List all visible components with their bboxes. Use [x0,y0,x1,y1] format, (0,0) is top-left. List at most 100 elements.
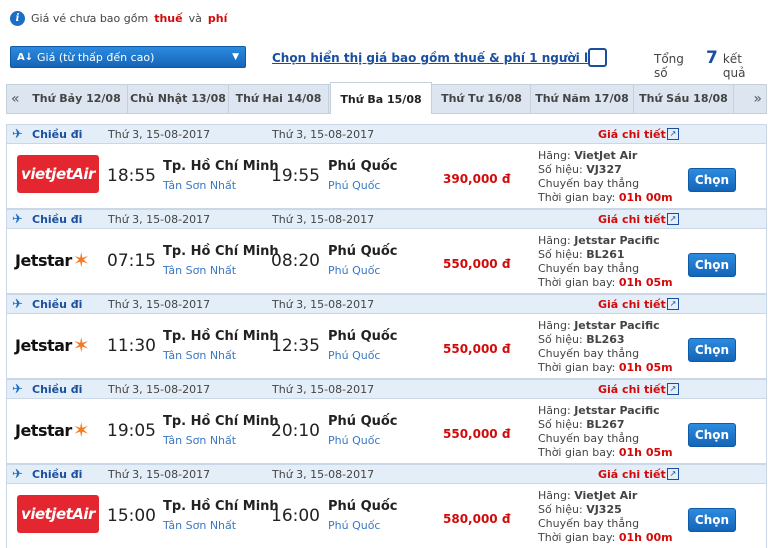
direction-label: Chiều đi [32,383,83,396]
airline-prefix: Hãng: [538,404,571,417]
arrival-time: 12:35 [271,336,320,356]
price-detail-link[interactable]: Giá chi tiết [598,383,666,396]
arrival-time: 16:00 [271,506,320,526]
flight-body: Jetstar ✶ 11:30 Tp. Hồ Chí Minh Tân Sơn N… [6,314,767,379]
airline-prefix: Hãng: [538,234,571,247]
external-link-icon[interactable]: ↗ [667,383,679,395]
arrival-airport: Phú Quốc [328,349,381,362]
airline-prefix: Hãng: [538,149,571,162]
departure-date: Thứ 3, 15-08-2017 [108,128,211,141]
direction-label: Chiều đi [32,213,83,226]
flight-duration: 01h 05m [618,276,673,289]
external-link-icon[interactable]: ↗ [667,213,679,225]
tab-date-1208[interactable]: Thứ Bảy 12/08 [26,85,128,113]
notice-fee: phí [207,11,228,25]
airline-prefix: Hãng: [538,489,571,502]
price-notice: i Giá vé chưa bao gồm thuế và phí [10,9,227,27]
flight-duration: 01h 05m [618,361,673,374]
plane-icon: ✈ [12,382,23,397]
flight-header: ✈ Chiều đi Thứ 3, 15-08-2017 Thứ 3, 15-0… [6,124,767,144]
departure-city: Tp. Hồ Chí Minh [163,244,279,259]
flight-body: Jetstar ✶ 07:15 Tp. Hồ Chí Minh Tân Sơn N… [6,229,767,294]
tab-date-1308[interactable]: Chủ Nhật 13/08 [128,85,229,113]
star-icon: ✶ [72,333,90,357]
price-detail-link[interactable]: Giá chi tiết [598,128,666,141]
total-results: Tổng số 7 kết quả [654,48,768,80]
duration-prefix: Thời gian bay: [538,531,616,544]
arrival-date: Thứ 3, 15-08-2017 [272,468,375,481]
flight-no-prefix: Số hiệu: [538,333,583,346]
flight-no-prefix: Số hiệu: [538,163,583,176]
flight-duration: 01h 00m [618,191,673,204]
flight-type: Chuyến bay thẳng [538,177,640,190]
flight-duration: 01h 05m [618,446,673,459]
departure-city: Tp. Hồ Chí Minh [163,159,279,174]
departure-date: Thứ 3, 15-08-2017 [108,468,211,481]
next-dates-icon[interactable]: » [753,91,762,107]
vietjet-logo: vietjetAir [17,155,99,193]
flight-body: vietjetAir 15:00 Tp. Hồ Chí Minh Tân Sơn… [6,484,767,548]
jetstar-logo-text: Jetstar [15,250,72,270]
flight-no-prefix: Số hiệu: [538,418,583,431]
external-link-icon[interactable]: ↗ [667,128,679,140]
flight-duration: 01h 00m [618,531,673,544]
arrival-time: 20:10 [271,421,320,441]
chevron-down-icon: ▼ [232,52,239,62]
external-link-icon[interactable]: ↗ [667,468,679,480]
price-detail-link[interactable]: Giá chi tiết [598,213,666,226]
price-detail-link[interactable]: Giá chi tiết [598,468,666,481]
flight-row: ✈ Chiều đi Thứ 3, 15-08-2017 Thứ 3, 15-0… [6,464,767,548]
plane-icon: ✈ [12,127,23,142]
select-flight-button[interactable]: Chọn [688,168,736,192]
flight-info: Hãng: VietJet Air Số hiệu: VJ325 Chuyến … [538,489,673,545]
select-flight-button[interactable]: Chọn [688,338,736,362]
plane-icon: ✈ [12,212,23,227]
include-tax-checkbox[interactable] [588,48,607,67]
jetstar-logo: Jetstar ✶ [15,245,90,275]
tab-date-1508[interactable]: Thứ Ba 15/08 [330,82,432,114]
airline-name: Jetstar Pacific [574,404,660,417]
external-link-icon[interactable]: ↗ [667,298,679,310]
total-prefix: Tổng số [654,52,684,80]
sort-dropdown[interactable]: A↓ Giá (từ thấp đến cao) ▼ [10,46,246,68]
departure-airport: Tân Sơn Nhất [163,264,237,277]
flight-header: ✈ Chiều đi Thứ 3, 15-08-2017 Thứ 3, 15-0… [6,294,767,314]
jetstar-logo: Jetstar ✶ [15,415,90,445]
arrival-airport: Phú Quốc [328,264,381,277]
select-flight-button[interactable]: Chọn [688,253,736,277]
direction-label: Chiều đi [32,468,83,481]
date-tabs: « Thứ Bảy 12/08 Chủ Nhật 13/08 Thứ Hai 1… [6,82,767,114]
flight-type: Chuyến bay thẳng [538,347,640,360]
sort-icon: A↓ [17,51,34,63]
flight-type: Chuyến bay thẳng [538,517,640,530]
flight-row: ✈ Chiều đi Thứ 3, 15-08-2017 Thứ 3, 15-0… [6,294,767,379]
departure-airport: Tân Sơn Nhất [163,519,237,532]
select-flight-button[interactable]: Chọn [688,423,736,447]
price-detail-link[interactable]: Giá chi tiết [598,298,666,311]
airline-name: VietJet Air [574,149,638,162]
flight-row: ✈ Chiều đi Thứ 3, 15-08-2017 Thứ 3, 15-0… [6,379,767,464]
tab-date-1408[interactable]: Thứ Hai 14/08 [229,85,329,113]
select-flight-button[interactable]: Chọn [688,508,736,532]
arrival-date: Thứ 3, 15-08-2017 [272,128,375,141]
flight-header: ✈ Chiều đi Thứ 3, 15-08-2017 Thứ 3, 15-0… [6,209,767,229]
flight-header: ✈ Chiều đi Thứ 3, 15-08-2017 Thứ 3, 15-0… [6,464,767,484]
tab-date-1708[interactable]: Thứ Năm 17/08 [531,85,634,113]
airline-name: VietJet Air [574,489,638,502]
flight-no-prefix: Số hiệu: [538,503,583,516]
tab-date-1608[interactable]: Thứ Tư 16/08 [433,85,531,113]
flight-price: 390,000 đ [443,172,511,186]
total-suffix: kết quả [722,52,746,80]
notice-prefix: Giá vé chưa bao gồm [31,11,149,25]
flight-number: BL267 [586,418,625,431]
include-tax-link[interactable]: Chọn hiển thị giá bao gồm thuế & phí 1 n… [272,51,605,65]
airline-prefix: Hãng: [538,319,571,332]
tab-date-1808[interactable]: Thứ Sáu 18/08 [634,85,734,113]
flight-number: BL263 [586,333,625,346]
flight-body: vietjetAir 18:55 Tp. Hồ Chí Minh Tân Sơn… [6,144,767,209]
vietjet-logo: vietjetAir [17,495,99,533]
prev-dates-icon[interactable]: « [11,91,20,107]
departure-date: Thứ 3, 15-08-2017 [108,383,211,396]
flight-number: BL261 [586,248,625,261]
flight-row: ✈ Chiều đi Thứ 3, 15-08-2017 Thứ 3, 15-0… [6,124,767,209]
